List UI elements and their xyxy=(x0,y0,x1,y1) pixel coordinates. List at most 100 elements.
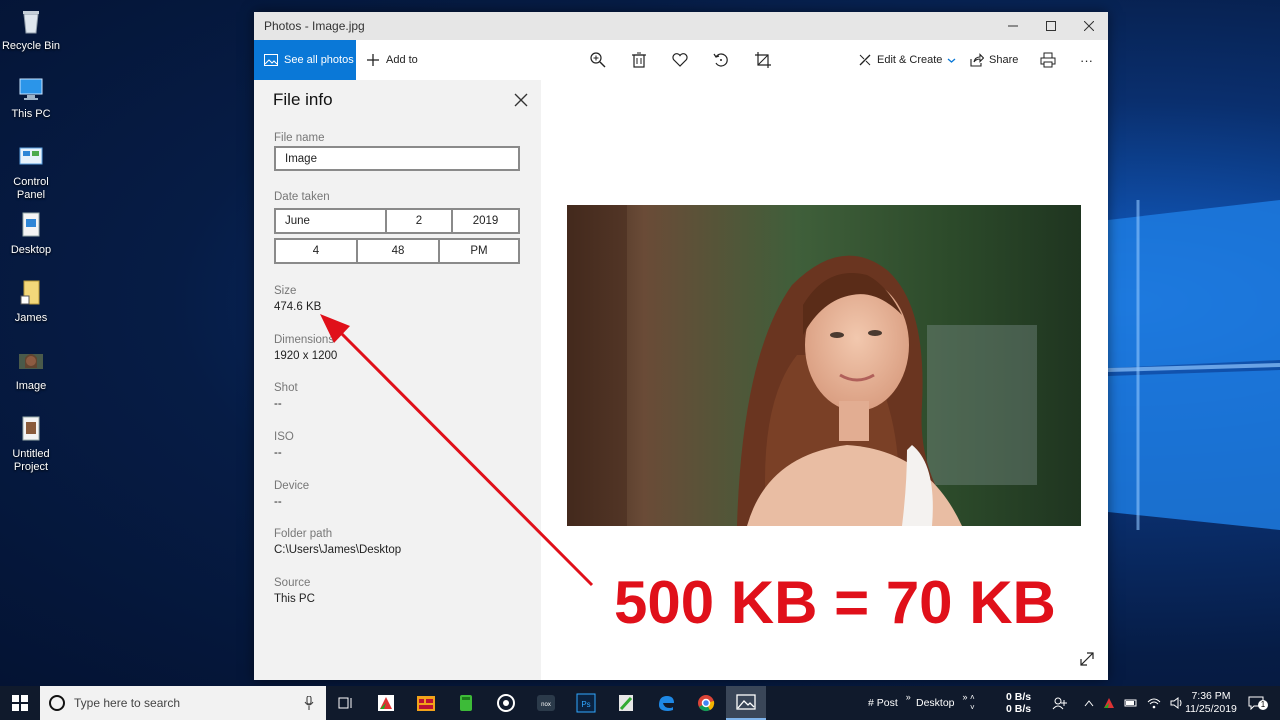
clock[interactable]: 7:36 PM 11/25/2019 xyxy=(1183,686,1239,720)
folder-path-value: C:\Users\James\Desktop xyxy=(274,544,402,556)
desktop-icon-label: Control Panel xyxy=(13,176,49,201)
search-placeholder: Type here to search xyxy=(74,696,181,710)
more-icon: ··· xyxy=(1080,52,1093,68)
toolbar-post[interactable]: # Post » xyxy=(868,686,911,720)
minimize-button[interactable] xyxy=(994,12,1032,40)
desktop-icon-label: Untitled Project xyxy=(12,448,50,473)
desktop-folder-icon xyxy=(22,212,40,237)
app-tray-icon[interactable] xyxy=(1103,697,1115,709)
delete-icon[interactable] xyxy=(630,51,648,69)
battery-icon[interactable] xyxy=(1124,698,1138,708)
notification-badge: 1 xyxy=(1258,700,1268,710)
size-label: Size xyxy=(274,285,297,297)
taskbar-app-photos[interactable] xyxy=(726,686,766,720)
clock-time: 7:36 PM xyxy=(1191,690,1231,702)
net-down-value: 0 B/s xyxy=(1006,703,1032,715)
down-arrow-icon: ˅ xyxy=(970,703,975,712)
close-button[interactable] xyxy=(1070,12,1108,40)
title-bar[interactable]: Photos - Image.jpg xyxy=(254,12,1108,40)
crop-icon[interactable] xyxy=(754,51,772,69)
taskbar-search-box[interactable]: Type here to search xyxy=(40,686,326,720)
plus-icon xyxy=(367,54,379,66)
people-icon xyxy=(1052,697,1067,710)
taskbar-app-edge[interactable] xyxy=(646,686,686,720)
year-select[interactable]: 2019 xyxy=(451,208,520,234)
app-color-icon xyxy=(378,695,394,711)
desktop-icon-image[interactable]: Image xyxy=(0,346,62,393)
fullscreen-icon[interactable] xyxy=(1079,651,1095,667)
close-panel-icon[interactable] xyxy=(513,92,529,108)
minute-value: 48 xyxy=(391,245,405,257)
close-icon xyxy=(1084,21,1094,31)
day-select[interactable]: 2 xyxy=(385,208,453,234)
hour-select[interactable]: 4 xyxy=(274,238,358,264)
photos-app-icon xyxy=(736,694,756,710)
show-hidden-icons[interactable] xyxy=(1084,699,1094,707)
chrome-icon xyxy=(698,695,715,712)
desktop-icon-control-panel[interactable]: Control Panel xyxy=(0,142,62,202)
taskbar-app-1[interactable] xyxy=(366,686,406,720)
ampm-select[interactable]: PM xyxy=(438,238,520,264)
windows-logo-wallpaper xyxy=(1108,200,1280,530)
wifi-icon[interactable] xyxy=(1147,697,1161,709)
up-arrow-icon: ˄ xyxy=(970,693,975,702)
taskbar-app-chrome[interactable] xyxy=(686,686,726,720)
print-icon[interactable] xyxy=(1039,51,1057,69)
desktop-icon-label: Image xyxy=(15,380,47,392)
taskbar-app-photoshop[interactable]: Ps xyxy=(566,686,606,720)
month-value: June xyxy=(285,215,310,227)
start-button[interactable] xyxy=(0,686,40,720)
file-name-label: File name xyxy=(274,132,325,144)
size-value: 474.6 KB xyxy=(274,301,322,313)
add-to-button[interactable]: Add to xyxy=(356,53,418,67)
taskbar-app-paint[interactable] xyxy=(606,686,646,720)
see-all-photos-button[interactable]: See all photos xyxy=(254,40,356,80)
desktop-icon-untitled-project[interactable]: Untitled Project xyxy=(0,414,62,474)
chevron-right-icon: » xyxy=(962,692,968,702)
taskbar-app-nox[interactable]: nox xyxy=(526,686,566,720)
taskbar-app-3[interactable] xyxy=(446,686,486,720)
action-center-button[interactable]: 1 xyxy=(1244,686,1268,720)
desktop-icon-james[interactable]: James xyxy=(0,278,62,325)
edge-icon xyxy=(659,696,674,711)
clock-date: 11/25/2019 xyxy=(1185,703,1237,715)
cortana-icon xyxy=(49,695,65,711)
overlay-caption: 500 KB = 70 KB xyxy=(614,569,1056,636)
iso-label: ISO xyxy=(274,431,294,443)
taskbar-app-2[interactable] xyxy=(406,686,446,720)
taskbar-app-4[interactable] xyxy=(486,686,526,720)
minute-select[interactable]: 48 xyxy=(356,238,440,264)
share-label: Share xyxy=(989,54,1019,66)
app-grid-icon xyxy=(417,696,435,711)
device-value: -- xyxy=(274,496,282,508)
desktop-icon-this-pc[interactable]: This PC xyxy=(0,74,62,121)
task-view-icon xyxy=(338,697,352,709)
more-options-button[interactable]: ··· xyxy=(1080,40,1093,80)
desktop-icon-label: Recycle Bin xyxy=(1,40,61,52)
maximize-button[interactable] xyxy=(1032,12,1070,40)
folder-path-label: Folder path xyxy=(274,528,333,540)
desktop-icon-recycle-bin[interactable]: Recycle Bin xyxy=(0,6,62,53)
day-value: 2 xyxy=(415,215,423,227)
task-view-button[interactable] xyxy=(326,686,366,720)
month-select[interactable]: June xyxy=(274,208,387,234)
microphone-icon[interactable] xyxy=(304,696,314,710)
toolbar-desktop[interactable]: Desktop » xyxy=(916,686,968,720)
share-button[interactable]: Share xyxy=(970,40,1018,80)
user-folder-icon xyxy=(20,280,40,305)
nox-icon: nox xyxy=(537,695,555,711)
share-icon xyxy=(970,53,984,67)
add-to-label: Add to xyxy=(386,54,418,66)
heart-icon[interactable] xyxy=(671,51,689,69)
see-all-label: See all photos xyxy=(284,54,354,66)
zoom-icon[interactable] xyxy=(589,51,607,69)
file-name-input[interactable]: Image xyxy=(274,146,520,171)
volume-icon[interactable] xyxy=(1170,697,1184,709)
svg-text:nox: nox xyxy=(541,702,551,708)
svg-text:Ps: Ps xyxy=(581,700,590,709)
rotate-icon[interactable] xyxy=(712,51,730,69)
edit-create-button[interactable]: Edit & Create xyxy=(858,40,956,80)
people-button[interactable] xyxy=(1052,686,1068,720)
desktop-icon-desktop[interactable]: Desktop xyxy=(0,210,62,257)
network-arrows: ˄ ˅ xyxy=(970,686,975,720)
